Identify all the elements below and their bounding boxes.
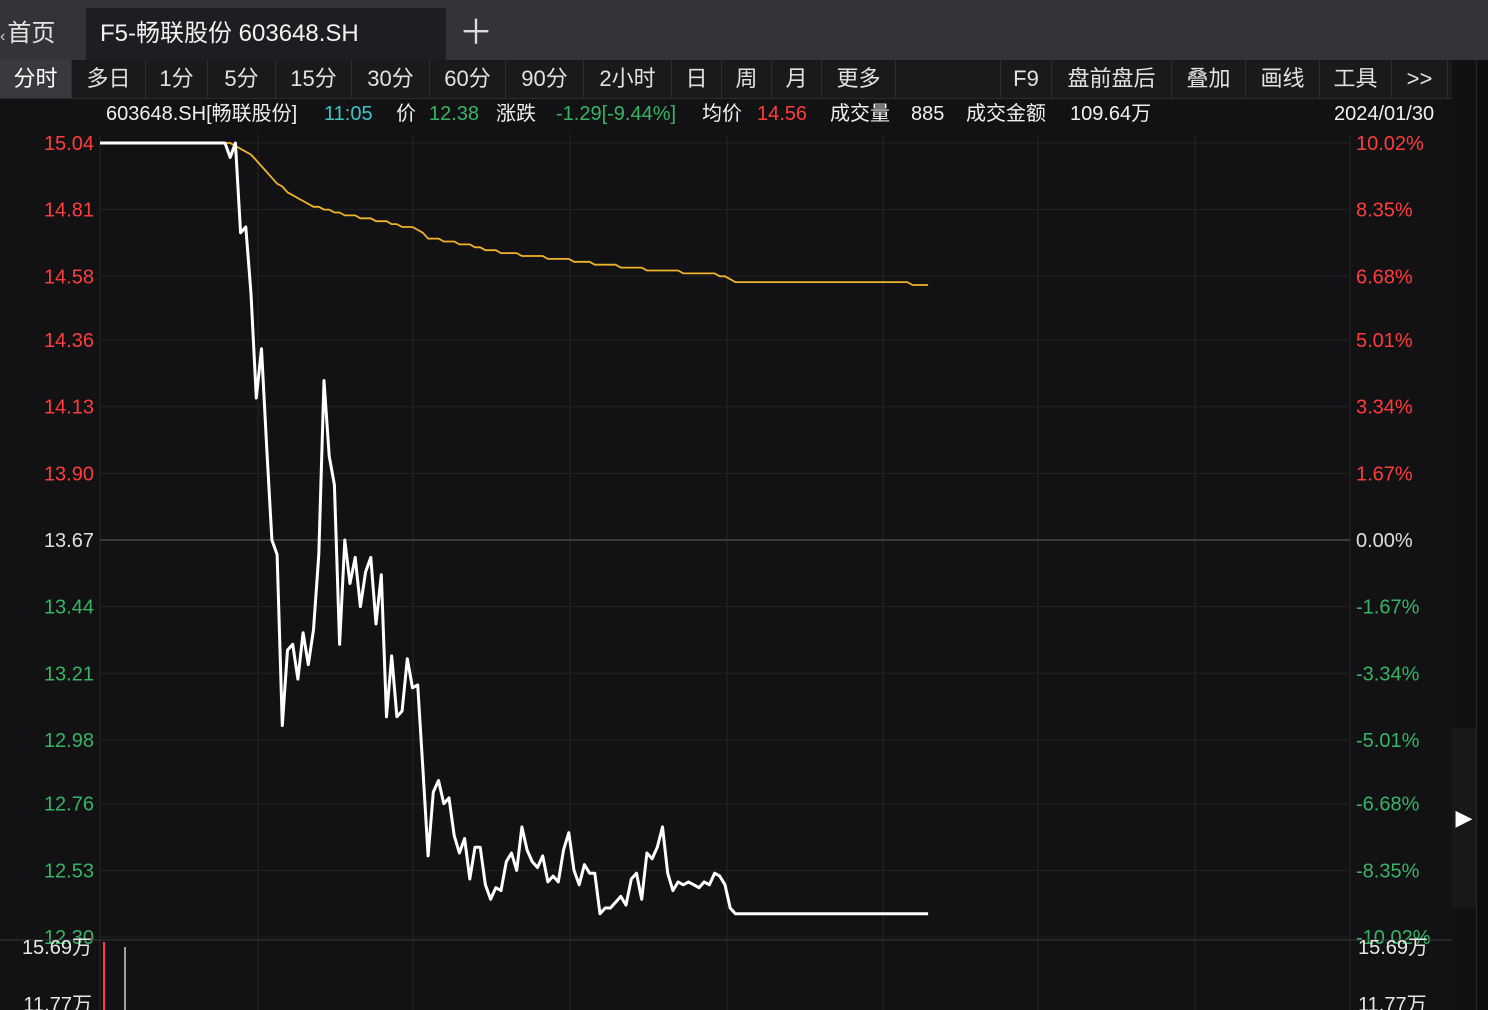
tab-home[interactable]: ‹首页 <box>0 8 84 60</box>
volume-tick-left-1: 11.77万 <box>23 994 92 1010</box>
period-button-11[interactable]: 月 <box>772 60 822 98</box>
period-button-9[interactable]: 日 <box>672 60 722 98</box>
y-tick-left-6: 13.67 <box>44 530 94 552</box>
y-tick-left-5: 13.90 <box>44 463 94 485</box>
quote-info-bar: 603648.SH[畅联股份] 11:05 价 12.38 涨跌 -1.29[-… <box>0 99 1452 129</box>
y-tick-right-8: -3.34% <box>1356 663 1420 685</box>
chart-background <box>0 129 1452 1010</box>
period-button-10[interactable]: 周 <box>722 60 772 98</box>
change-label: 涨跌 <box>496 103 536 125</box>
volume-tick-right-1: 11.77万 <box>1358 994 1427 1010</box>
period-button-4[interactable]: 15分 <box>276 60 352 98</box>
amount-value: 109.64万 <box>1070 103 1152 125</box>
y-tick-left-0: 15.04 <box>44 133 94 155</box>
y-tick-left-8: 13.21 <box>44 663 94 685</box>
tool-button-4[interactable]: 工具 <box>1320 60 1392 98</box>
y-tick-left-11: 12.53 <box>44 860 94 882</box>
stock-code-name: 603648.SH[畅联股份] <box>106 103 298 125</box>
period-button-7[interactable]: 90分 <box>506 60 584 98</box>
vertical-scrollbar[interactable] <box>1476 60 1488 1010</box>
triangle-right-icon: ▶ <box>1455 805 1473 830</box>
volume-value: 885 <box>911 103 945 125</box>
y-tick-right-3: 5.01% <box>1356 330 1413 352</box>
period-button-2[interactable]: 1分 <box>146 60 208 98</box>
y-tick-left-10: 12.76 <box>44 794 94 816</box>
volume-tick-left-0: 15.69万 <box>22 937 92 959</box>
y-tick-right-0: 10.02% <box>1356 133 1424 155</box>
y-tick-right-11: -8.35% <box>1356 860 1420 882</box>
y-tick-right-6: 0.00% <box>1356 530 1413 552</box>
volume-tick-right-0: 15.69万 <box>1358 937 1428 959</box>
tab-bar: ‹首页 F5-畅联股份 603648.SH ＋ <box>0 0 1488 60</box>
add-tab-button[interactable]: ＋ <box>456 8 496 60</box>
y-tick-left-7: 13.44 <box>44 597 94 619</box>
avg-price-label: 均价 <box>702 103 742 125</box>
quote-time: 11:05 <box>324 103 373 125</box>
plus-icon: ＋ <box>459 14 493 52</box>
period-button-0[interactable]: 分时 <box>0 60 72 98</box>
period-button-6[interactable]: 60分 <box>430 60 506 98</box>
period-button-12[interactable]: 更多 <box>822 60 896 98</box>
tool-button-1[interactable]: 盘前盘后 <box>1052 60 1172 98</box>
y-tick-right-9: -5.01% <box>1356 730 1420 752</box>
y-tick-right-2: 6.68% <box>1356 266 1413 288</box>
chevron-left-icon: ‹ <box>0 28 6 45</box>
volume-label: 成交量 <box>830 103 890 125</box>
y-tick-left-2: 14.58 <box>44 266 94 288</box>
period-button-8[interactable]: 2小时 <box>584 60 672 98</box>
y-tick-right-4: 3.34% <box>1356 397 1413 419</box>
y-tick-left-3: 14.36 <box>44 330 94 352</box>
tool-button-3[interactable]: 画线 <box>1246 60 1320 98</box>
y-tick-left-4: 14.13 <box>44 397 94 419</box>
period-button-5[interactable]: 30分 <box>352 60 430 98</box>
amount-label: 成交金额 <box>966 103 1046 125</box>
intraday-chart[interactable]: 15.04 10.02% 14.81 8.35% 14.58 6.68% 14.36 5.01… <box>0 129 1452 1010</box>
price-value: 12.38 <box>429 103 480 125</box>
tool-button-2[interactable]: 叠加 <box>1172 60 1246 98</box>
quote-date: 2024/01/30 <box>1334 103 1435 125</box>
avg-price-value: 14.56 <box>757 103 808 125</box>
y-tick-right-10: -6.68% <box>1356 794 1420 816</box>
tool-button-5[interactable]: >> <box>1392 60 1448 98</box>
tab-stock-label: F5-畅联股份 603648.SH <box>100 20 359 47</box>
tab-home-label: 首页 <box>7 20 56 47</box>
tool-button-0[interactable]: F9 <box>1000 60 1052 98</box>
period-toolbar: 分时 多日 1分 5分 15分 30分 60分 90分 2小时日周月更多 F9 盘前盘后 叠加 画线 工具… <box>0 60 1452 99</box>
period-button-1[interactable]: 多日 <box>72 60 146 98</box>
period-button-3[interactable]: 5分 <box>208 60 276 98</box>
price-label: 价 <box>396 103 416 125</box>
y-tick-left-9: 12.98 <box>44 730 94 752</box>
y-tick-right-1: 8.35% <box>1356 200 1413 222</box>
y-tick-right-5: 1.67% <box>1356 463 1413 485</box>
y-tick-right-7: -1.67% <box>1356 597 1420 619</box>
change-value: -1.29[-9.44%] <box>556 103 677 125</box>
tab-stock[interactable]: F5-畅联股份 603648.SH <box>86 8 446 60</box>
expand-panel-button[interactable]: ▶ <box>1452 728 1476 908</box>
y-tick-left-1: 14.81 <box>44 200 94 222</box>
